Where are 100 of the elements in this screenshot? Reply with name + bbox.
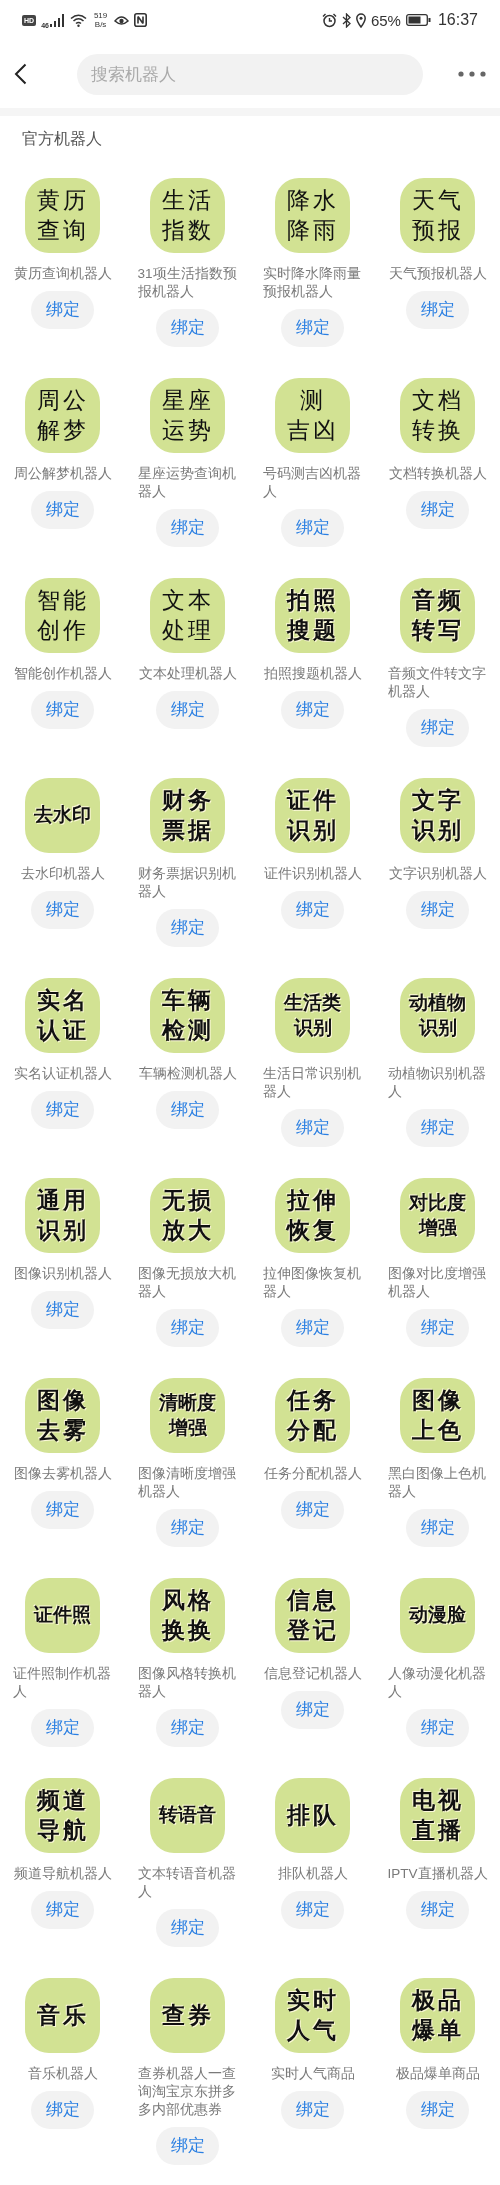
app-icon-tile[interactable]: 生活类 识别 <box>275 978 350 1053</box>
app-icon-tile[interactable]: 周公 解梦 <box>25 378 100 453</box>
app-icon-tile[interactable]: 图像 去雾 <box>25 1378 100 1453</box>
app-icon-tile[interactable]: 转语音 <box>150 1778 225 1853</box>
app-icon-tile[interactable]: 通用 识别 <box>25 1178 100 1253</box>
bind-button[interactable]: 绑定 <box>281 1891 344 1929</box>
robot-name: 智能创作机器人 <box>13 665 112 683</box>
app-icon-tile[interactable]: 实名 认证 <box>25 978 100 1053</box>
bind-button[interactable]: 绑定 <box>156 691 219 729</box>
bind-button[interactable]: 绑定 <box>156 909 219 947</box>
icon-label: 风格 换换 <box>161 1585 214 1645</box>
app-icon-tile[interactable]: 财务 票据 <box>150 778 225 853</box>
app-icon-tile[interactable]: 对比度 增强 <box>400 1178 475 1253</box>
app-icon-tile[interactable]: 去水印 <box>25 778 100 853</box>
app-icon-tile[interactable]: 拍照 搜题 <box>275 578 350 653</box>
bind-button[interactable]: 绑定 <box>156 2127 219 2165</box>
bind-button[interactable]: 绑定 <box>281 2091 344 2129</box>
bind-button[interactable]: 绑定 <box>281 1691 344 1729</box>
robot-name: 图像无损放大机器人 <box>137 1265 237 1301</box>
bind-button[interactable]: 绑定 <box>281 691 344 729</box>
bind-button[interactable]: 绑定 <box>156 309 219 347</box>
icon-label: 证件照 <box>34 1603 91 1628</box>
app-icon-tile[interactable]: 任务 分配 <box>275 1378 350 1453</box>
location-icon <box>355 12 366 28</box>
app-icon-tile[interactable]: 车辆 检测 <box>150 978 225 1053</box>
bind-button[interactable]: 绑定 <box>31 491 94 529</box>
bind-button[interactable]: 绑定 <box>406 291 469 329</box>
app-icon-tile[interactable]: 黄历 查询 <box>25 178 100 253</box>
bind-button[interactable]: 绑定 <box>156 1709 219 1747</box>
app-icon-tile[interactable]: 证件 识别 <box>275 778 350 853</box>
app-icon-tile[interactable]: 文档 转换 <box>400 378 475 453</box>
bind-button[interactable]: 绑定 <box>156 1091 219 1129</box>
app-icon-tile[interactable]: 音频 转写 <box>400 578 475 653</box>
app-icon-tile[interactable]: 图像 上色 <box>400 1378 475 1453</box>
app-icon-tile[interactable]: 频道 导航 <box>25 1778 100 1853</box>
app-icon-tile[interactable]: 极品 爆单 <box>400 1978 475 2053</box>
icon-label: 电视 直播 <box>411 1785 464 1845</box>
bind-button[interactable]: 绑定 <box>31 1891 94 1929</box>
app-icon-tile[interactable]: 天气 预报 <box>400 178 475 253</box>
search-field[interactable]: 搜索机器人 <box>77 53 423 95</box>
app-icon-tile[interactable]: 文本 处理 <box>150 578 225 653</box>
more-icon[interactable] <box>458 71 486 77</box>
bind-button[interactable]: 绑定 <box>406 1891 469 1929</box>
app-icon-tile[interactable]: 证件照 <box>25 1578 100 1653</box>
bind-button[interactable]: 绑定 <box>281 1109 344 1147</box>
bind-button[interactable]: 绑定 <box>31 1491 94 1529</box>
bind-button[interactable]: 绑定 <box>406 2091 469 2129</box>
robot-name: 图像对比度增强机器人 <box>387 1265 487 1301</box>
app-icon-tile[interactable]: 星座 运势 <box>150 378 225 453</box>
app-icon-tile[interactable]: 降水 降雨 <box>275 178 350 253</box>
bind-button[interactable]: 绑定 <box>156 1509 219 1547</box>
bind-button[interactable]: 绑定 <box>31 291 94 329</box>
bind-button[interactable]: 绑定 <box>406 891 469 929</box>
bind-button[interactable]: 绑定 <box>406 709 469 747</box>
app-icon-tile[interactable]: 无损 放大 <box>150 1178 225 1253</box>
app-icon-tile[interactable]: 测 吉凶 <box>275 378 350 453</box>
robot-name: 周公解梦机器人 <box>13 465 112 483</box>
app-icon-tile[interactable]: 信息 登记 <box>275 1578 350 1653</box>
app-icon-tile[interactable]: 智能 创作 <box>25 578 100 653</box>
bind-button[interactable]: 绑定 <box>281 1491 344 1529</box>
robot-name: 实时人气商品 <box>270 2065 355 2083</box>
bind-button[interactable]: 绑定 <box>281 309 344 347</box>
bind-button[interactable]: 绑定 <box>281 891 344 929</box>
bind-button[interactable]: 绑定 <box>281 1309 344 1347</box>
robot-name: 去水印机器人 <box>20 865 105 883</box>
robot-name: 任务分配机器人 <box>263 1465 362 1483</box>
bind-button[interactable]: 绑定 <box>406 1309 469 1347</box>
bind-button[interactable]: 绑定 <box>31 1709 94 1747</box>
bind-button[interactable]: 绑定 <box>406 1709 469 1747</box>
app-icon-tile[interactable]: 排队 <box>275 1778 350 1853</box>
icon-label: 证件 识别 <box>286 785 339 845</box>
bind-button[interactable]: 绑定 <box>31 1291 94 1329</box>
icon-label: 查券 <box>161 2000 214 2030</box>
app-icon-tile[interactable]: 风格 换换 <box>150 1578 225 1653</box>
bind-button[interactable]: 绑定 <box>31 2091 94 2129</box>
app-icon-tile[interactable]: 动漫脸 <box>400 1578 475 1653</box>
back-icon[interactable] <box>14 63 27 85</box>
app-icon-tile[interactable]: 音乐 <box>25 1978 100 2053</box>
app-icon-tile[interactable]: 拉伸 恢复 <box>275 1178 350 1253</box>
app-icon-tile[interactable]: 文字 识别 <box>400 778 475 853</box>
app-icon-tile[interactable]: 电视 直播 <box>400 1778 475 1853</box>
alarm-icon <box>321 12 337 28</box>
app-icon-tile[interactable]: 查券 <box>150 1978 225 2053</box>
app-icon-tile[interactable]: 实时 人气 <box>275 1978 350 2053</box>
icon-label: 拉伸 恢复 <box>286 1185 339 1245</box>
bind-button[interactable]: 绑定 <box>281 509 344 547</box>
bind-button[interactable]: 绑定 <box>406 1109 469 1147</box>
robot-name: 图像清晰度增强机器人 <box>137 1465 237 1501</box>
bind-button[interactable]: 绑定 <box>156 1909 219 1947</box>
bind-button[interactable]: 绑定 <box>31 691 94 729</box>
bind-button[interactable]: 绑定 <box>406 1509 469 1547</box>
bind-button[interactable]: 绑定 <box>31 1091 94 1129</box>
app-icon-tile[interactable]: 动植物 识别 <box>400 978 475 1053</box>
bind-button[interactable]: 绑定 <box>156 509 219 547</box>
app-icon-tile[interactable]: 生活 指数 <box>150 178 225 253</box>
icon-label: 动植物 识别 <box>409 990 466 1040</box>
bind-button[interactable]: 绑定 <box>31 891 94 929</box>
bind-button[interactable]: 绑定 <box>156 1309 219 1347</box>
app-icon-tile[interactable]: 清晰度 增强 <box>150 1378 225 1453</box>
bind-button[interactable]: 绑定 <box>406 491 469 529</box>
